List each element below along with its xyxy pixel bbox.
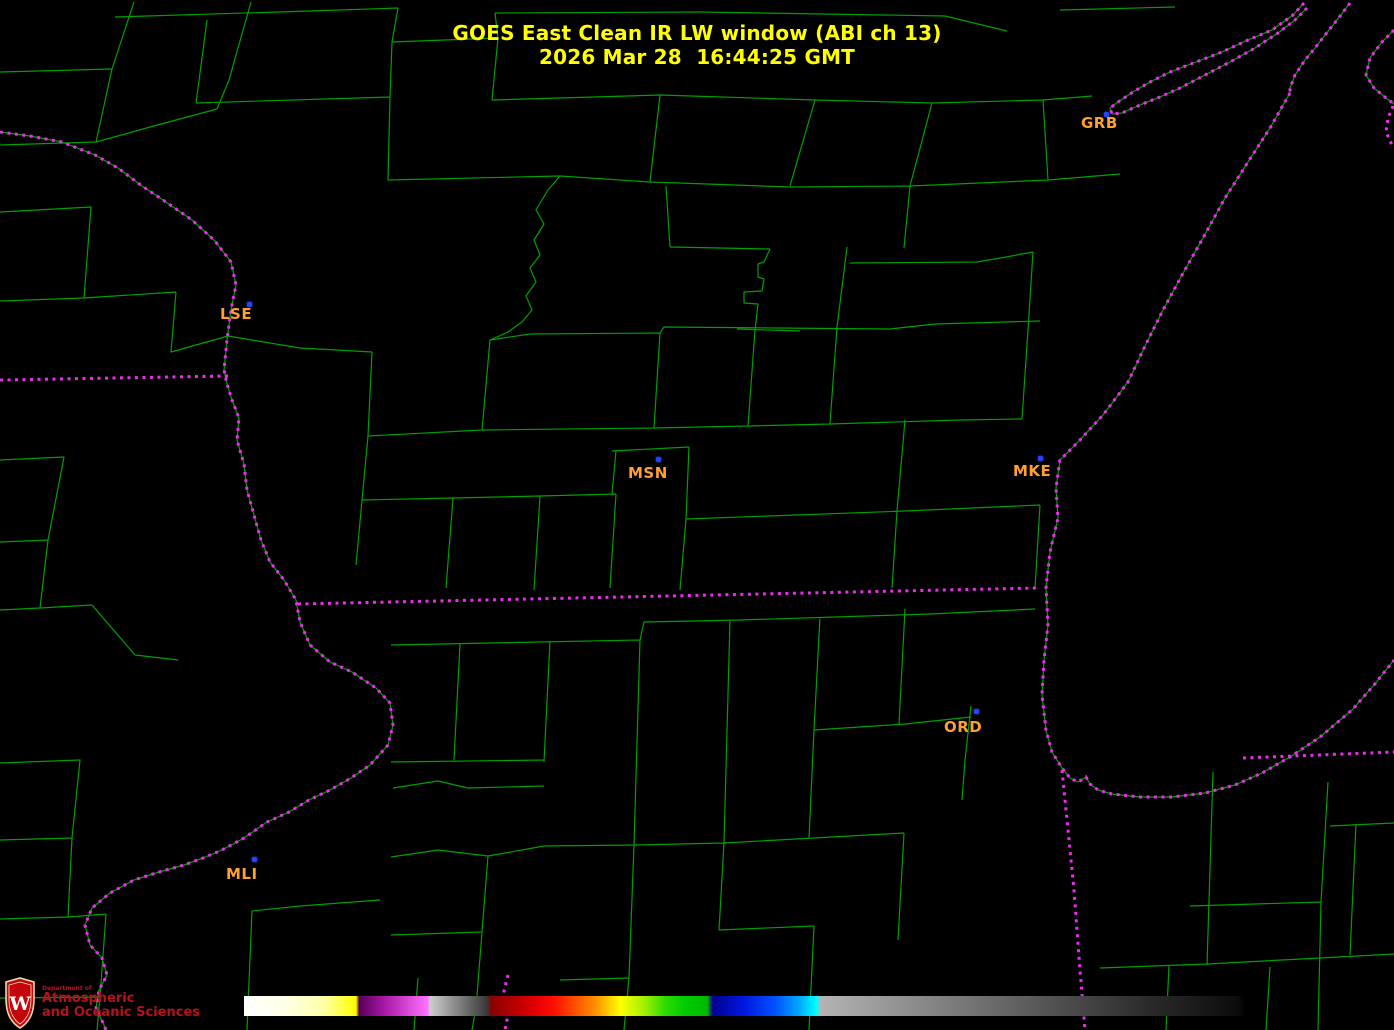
shoreline-green-lines [0,2,1394,1030]
station-label-LSE: LSE [220,305,253,323]
logo-line-1: Atmospheric [42,991,135,1007]
border-mn-ia [0,374,229,382]
station-label-ORD: ORD [944,718,983,736]
crest-letter: W [8,993,31,1015]
station-dot-ORD [974,709,979,714]
county-boundaries [0,1,1394,1030]
station-label-MLI: MLI [226,865,258,883]
mississippi-river-green [0,131,394,1030]
state-borders [0,1,1394,1030]
border-il-in [1060,769,1087,1030]
station-label-MKE: MKE [1013,462,1052,480]
border-in-mi [1242,750,1394,760]
mississippi-river-dots [0,130,395,1030]
lake-michigan-shoreline-dots [1040,92,1394,799]
station-dot-MSN [656,457,661,462]
uw-aos-logo-text: Department of Atmospheric and Oceanic Sc… [42,977,200,1020]
lake-michigan-shore-green [1041,92,1394,798]
satellite-map [0,1,1394,1030]
border-wi-il [297,586,1038,606]
image-title: GOES East Clean IR LW window (ABI ch 13) [452,21,942,45]
station-label-MSN: MSN [628,464,668,482]
temperature-colorbar [244,996,1245,1016]
uw-crest-icon: W [5,977,35,1029]
station-dot-MLI [252,857,257,862]
image-timestamp: 2026 Mar 28 16:44:25 GMT [538,45,856,69]
station-dot-MKE [1038,456,1043,461]
logo-line-2: and Oceanic Sciences [42,1004,201,1020]
station-label-GRB: GRB [1081,114,1118,132]
goes-satellite-viewer: GOES East Clean IR LW window (ABI ch 13)… [0,0,1394,1030]
uw-aos-logo: W Department of Atmospheric and Oceanic … [4,977,200,1029]
